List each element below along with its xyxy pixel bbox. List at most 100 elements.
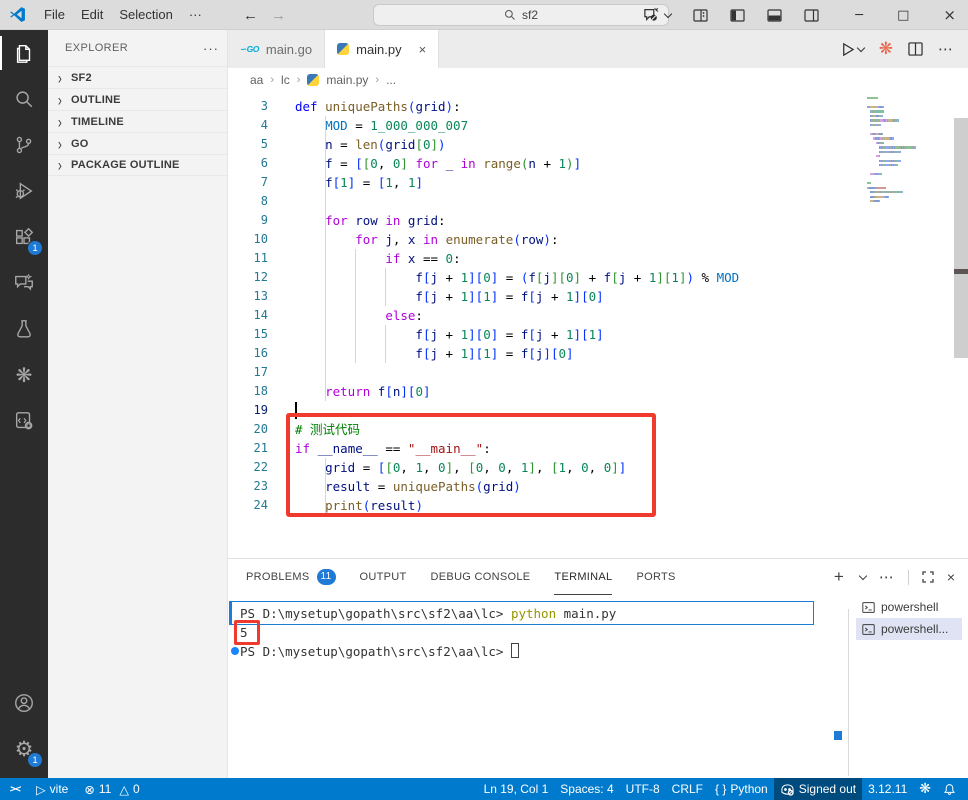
code-line[interactable]: 5 n = len(grid[0]) [228,135,968,154]
remote-indicator[interactable]: >< [4,778,26,800]
nav-back-icon[interactable]: ← [243,0,258,30]
line-number[interactable]: 21 [228,439,268,458]
close-icon[interactable]: × [943,6,956,24]
tab-main-py[interactable]: main.py × [325,30,440,68]
extension-starburst-icon[interactable]: ❋ [879,39,893,59]
cursor-position[interactable]: Ln 19, Col 1 [478,778,555,800]
line-number[interactable]: 10 [228,230,268,249]
language-mode[interactable]: { } Python [709,778,774,800]
customize-layout-icon[interactable] [693,8,708,22]
line-number[interactable]: 13 [228,287,268,306]
command-decoration-dot[interactable] [231,647,239,655]
code-line[interactable]: 18 return f[n][0] [228,382,968,401]
code-line[interactable]: 16 f[j + 1][1] = f[j][0] [228,344,968,363]
sidebar-more-icon[interactable]: ··· [203,41,219,56]
activity-search-icon[interactable] [0,76,48,122]
terminal-instance-item[interactable]: powershell... [856,618,962,640]
toggle-secondary-sidebar-icon[interactable] [804,8,819,22]
line-number[interactable]: 6 [228,154,268,173]
code-line[interactable]: 17 [228,363,968,382]
activity-extension-code-runner-icon[interactable] [0,398,48,444]
eol-sequence[interactable]: CRLF [666,778,709,800]
line-number[interactable]: 7 [228,173,268,192]
terminal-instance-item[interactable]: powershell [856,596,962,618]
breadcrumb-item-aa[interactable]: aa [250,73,263,87]
activity-settings-icon[interactable]: ⚙ 1 [0,726,48,772]
line-number[interactable]: 16 [228,344,268,363]
line-number[interactable]: 18 [228,382,268,401]
python-version[interactable]: 3.12.11 [862,778,913,800]
maximize-icon[interactable]: □ [897,8,909,23]
terminal-output[interactable]: PS D:\mysetup\gopath\src\sf2\aa\lc> pyth… [228,604,818,661]
activity-extensions-icon[interactable]: 1 [0,214,48,260]
line-number[interactable]: 12 [228,268,268,287]
terminal-list-splitter[interactable] [848,609,849,776]
code-line[interactable]: 14 else: [228,306,968,325]
code-line[interactable]: 12 f[j + 1][0] = (f[j][0] + f[j + 1][1])… [228,268,968,287]
new-terminal-icon[interactable]: + [834,567,844,587]
minimap[interactable] [867,97,947,205]
code-line[interactable]: 6 f = [[0, 0] for _ in range(n + 1)] [228,154,968,173]
toggle-panel-icon[interactable] [767,8,782,22]
editor-scrollbar[interactable] [954,92,968,558]
copilot-menu-icon[interactable] [642,7,673,23]
nav-forward-icon[interactable]: → [271,0,286,30]
breadcrumb-item-lc[interactable]: lc [281,73,290,87]
line-number[interactable]: 24 [228,496,268,515]
activity-source-control-icon[interactable] [0,122,48,168]
menu-more[interactable]: ··· [181,4,210,26]
line-number[interactable]: 15 [228,325,268,344]
line-number[interactable]: 19 [228,401,268,420]
run-dropdown-icon[interactable] [856,43,865,52]
line-number[interactable]: 8 [228,192,268,211]
encoding[interactable]: UTF-8 [620,778,666,800]
panel-tab-terminal[interactable]: TERMINAL [554,559,613,595]
search-input[interactable]: sf2 [373,4,669,26]
activity-run-debug-icon[interactable] [0,168,48,214]
menu-file[interactable]: File [36,4,73,26]
line-number[interactable]: 22 [228,458,268,477]
line-number[interactable]: 20 [228,420,268,439]
line-number[interactable]: 3 [228,97,268,116]
activity-explorer-icon[interactable] [0,30,48,76]
breadcrumb-item-symbol[interactable]: ... [386,73,396,87]
panel-more-icon[interactable]: ⋯ [879,568,895,586]
code-line[interactable]: 3 def uniquePaths(grid): [228,97,968,116]
line-number[interactable]: 9 [228,211,268,230]
problems-status[interactable]: ⊗ 11 △ 0 [78,778,145,800]
sidebar-section-timeline[interactable]: › TIMELINE [48,110,227,132]
activity-chat-icon[interactable] [0,260,48,306]
line-number[interactable]: 17 [228,363,268,382]
scrollbar-thumb[interactable] [954,118,968,358]
editor-more-actions-icon[interactable]: ⋯ [938,40,954,58]
activity-testing-icon[interactable] [0,306,48,352]
panel-tab-debug-console[interactable]: DEBUG CONSOLE [431,559,531,595]
task-vite[interactable]: ▷ vite [30,778,74,800]
line-number[interactable]: 4 [228,116,268,135]
tab-close-icon[interactable]: × [419,42,427,57]
terminal-view[interactable]: PS D:\mysetup\gopath\src\sf2\aa\lc> pyth… [228,595,968,778]
indentation[interactable]: Spaces: 4 [554,778,619,800]
maximize-panel-icon[interactable] [922,571,934,583]
line-number[interactable]: 5 [228,135,268,154]
extension-swirl-status-icon[interactable]: ❋ [913,778,937,800]
run-python-button[interactable] [840,42,865,57]
code-line[interactable]: 15 f[j + 1][0] = f[j + 1][1] [228,325,968,344]
close-panel-icon[interactable]: × [947,569,955,585]
sidebar-section-package-outline[interactable]: › PACKAGE OUTLINE [48,154,227,176]
menu-selection[interactable]: Selection [111,4,180,26]
sidebar-section-outline[interactable]: › OUTLINE [48,88,227,110]
copilot-signed-out[interactable]: Signed out [773,778,863,800]
minimize-icon[interactable]: ─ [855,8,863,23]
sidebar-section-go[interactable]: › GO [48,132,227,154]
line-number[interactable]: 14 [228,306,268,325]
toggle-primary-sidebar-icon[interactable] [730,8,745,22]
code-line[interactable]: 9 for row in grid: [228,211,968,230]
code-editor[interactable]: 3 def uniquePaths(grid): 4 MOD = 1_000_000… [228,92,968,558]
panel-tab-problems[interactable]: PROBLEMS 11 [246,559,336,595]
terminal-dropdown-icon[interactable] [858,571,868,580]
tab-main-go[interactable]: ∽GO main.go [228,30,326,68]
line-number[interactable]: 11 [228,249,268,268]
code-line[interactable]: 11 if x == 0: [228,249,968,268]
code-line[interactable]: 4 MOD = 1_000_000_007 [228,116,968,135]
